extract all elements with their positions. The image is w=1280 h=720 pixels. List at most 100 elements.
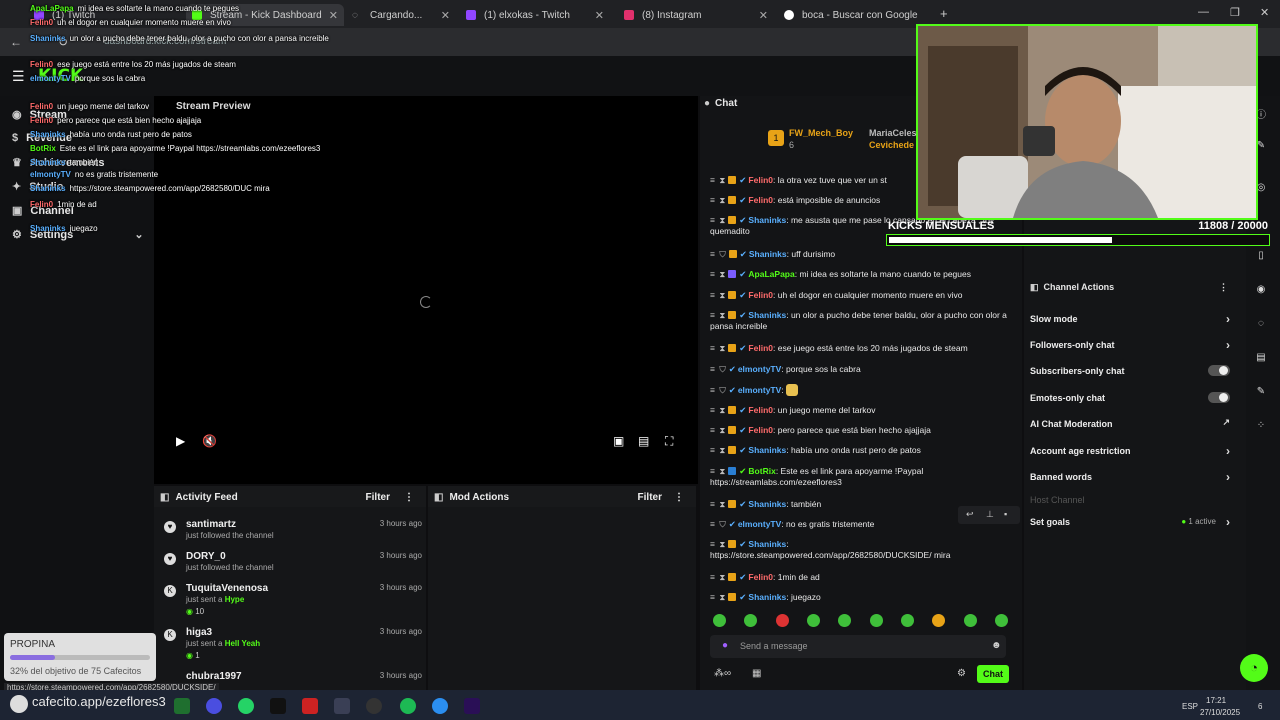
- mod-actions-header: ◧ Mod Actions Filter ⋮: [428, 486, 696, 508]
- steam-icon[interactable]: [270, 698, 286, 714]
- emote-icon[interactable]: [713, 614, 726, 627]
- subscribers-only-toggle[interactable]: [1208, 365, 1230, 376]
- language-indicator[interactable]: ESP: [1182, 702, 1198, 711]
- browser-tab[interactable]: boca - Buscar con Google: [778, 4, 928, 26]
- banned-words-item[interactable]: Banned words ›: [1030, 470, 1230, 484]
- menu-icon[interactable]: ☰: [12, 68, 25, 85]
- overlay-chat-line: Felin0 pero parece que está bien hecho aj…: [30, 116, 202, 125]
- close-tab-icon[interactable]: ✕: [329, 9, 338, 22]
- apps-icon[interactable]: ⁘: [1255, 420, 1267, 432]
- slow-mode-item[interactable]: Slow mode ›: [1030, 312, 1230, 326]
- layout-icon[interactable]: ▤: [1255, 352, 1267, 364]
- close-tab-icon[interactable]: ✕: [441, 9, 450, 22]
- emote-icon[interactable]: [838, 614, 851, 627]
- browser-tab[interactable]: ◌ Cargando... ✕: [346, 4, 456, 26]
- followers-only-item[interactable]: Followers-only chat ›: [1030, 338, 1230, 352]
- chat-settings-icon[interactable]: ⚙: [957, 668, 966, 679]
- emotes-only-item[interactable]: Emotes-only chat: [1030, 392, 1230, 403]
- chat-message[interactable]: ≡ ⧗ ✔ Felin0: pero parece que está bien he…: [710, 425, 1010, 436]
- account-age-item[interactable]: Account age restriction ›: [1030, 444, 1230, 458]
- minimize-icon[interactable]: —: [1198, 6, 1209, 18]
- notification-count[interactable]: 6: [1258, 702, 1262, 711]
- close-tab-icon[interactable]: ✕: [759, 9, 768, 22]
- chat-message[interactable]: ≡ ⧗ ✔ Felin0: ese juego está entre los 20 …: [710, 343, 1010, 354]
- feed-icon: ◧: [160, 491, 170, 503]
- app-icon[interactable]: [302, 698, 318, 714]
- more-icon[interactable]: ⋮: [674, 492, 684, 503]
- close-tab-icon[interactable]: ✕: [595, 9, 604, 22]
- close-window-icon[interactable]: ✕: [1260, 6, 1269, 19]
- emote-icon[interactable]: [870, 614, 883, 627]
- chat-message[interactable]: ≡ ⧗ ✔ Shaninks: un olor a pucho debe tener…: [710, 310, 1010, 332]
- chat-input[interactable]: ● Send a message ☻: [710, 635, 1006, 658]
- kick-icon: K: [164, 585, 176, 597]
- gift-box-icon[interactable]: ▦: [752, 668, 761, 679]
- stream-preview[interactable]: [154, 96, 698, 484]
- delete-icon[interactable]: ▪: [1004, 509, 1007, 519]
- filter-button[interactable]: Filter: [366, 492, 390, 503]
- app-icon[interactable]: [432, 698, 448, 714]
- heart-icon: ♥: [164, 521, 176, 533]
- broadcast-icon[interactable]: ◌: [1255, 318, 1267, 330]
- browser-tab[interactable]: (8) Instagram ✕: [618, 4, 774, 26]
- new-tab-icon[interactable]: +: [940, 6, 948, 21]
- maximize-icon[interactable]: ❐: [1230, 6, 1240, 19]
- emotes-only-toggle[interactable]: [1208, 392, 1230, 403]
- whatsapp-icon[interactable]: [238, 698, 254, 714]
- chat-message[interactable]: ≡ ⧗ ✔ Shaninks: había uno onda rust pero d…: [710, 445, 1010, 456]
- chat-message[interactable]: ≡ ⧗ ✔ Felin0: un juego meme del tarkov: [710, 405, 1010, 416]
- chat-icon: ●: [704, 98, 711, 109]
- app-icon[interactable]: [174, 698, 190, 714]
- browser-tab[interactable]: (1) elxokas - Twitch ✕: [460, 4, 610, 26]
- theater-icon[interactable]: ▣: [613, 434, 624, 448]
- chat-message[interactable]: ≡ ⧗ ✔ Shaninks: juegazo: [710, 592, 1010, 603]
- chevron-right-icon: ›: [1226, 338, 1230, 352]
- emote-icon[interactable]: [744, 614, 757, 627]
- emote-icon[interactable]: [964, 614, 977, 627]
- clipboard-icon[interactable]: ▯: [1255, 250, 1267, 262]
- emote-icon[interactable]: [807, 614, 820, 627]
- chat-bubble-icon[interactable]: ◉: [1255, 284, 1267, 296]
- chat-message[interactable]: ≡ ⧗ ✔ Felin0: 1min de ad: [710, 572, 1010, 583]
- overlay-chat-line: Felin0 un juego meme del tarkov: [30, 102, 150, 111]
- twitch-icon: [466, 10, 476, 20]
- emote-icon[interactable]: [932, 614, 945, 627]
- mute-icon[interactable]: 🔇: [202, 434, 217, 448]
- filter-button[interactable]: Filter: [638, 492, 662, 503]
- back-icon[interactable]: ←: [10, 35, 22, 49]
- chevron-right-icon: ›: [1226, 515, 1230, 529]
- premiere-icon[interactable]: [464, 698, 480, 714]
- pip-icon[interactable]: ▤: [638, 434, 649, 448]
- support-chat-icon[interactable]: ◔: [1240, 654, 1268, 682]
- chat-message[interactable]: ≡ ⧗ ✔ ApaLaPapa: mi idea es soltarte la ma…: [710, 269, 1010, 280]
- send-chat-button[interactable]: Chat: [977, 665, 1009, 683]
- chat-message[interactable]: ≡ ⛉ ✔ elmontyTV:: [710, 384, 1010, 396]
- spotify-icon[interactable]: [400, 698, 416, 714]
- chat-message[interactable]: ≡ ⛉ ✔ elmontyTV: porque sos la cabra: [710, 364, 1010, 375]
- chat-message[interactable]: ≡ ⛉ ✔ elmontyTV: no es gratis tristemente: [710, 519, 1010, 530]
- chat-message[interactable]: ≡ ⧗ ✔ Felin0: uh el dogor en cualquier mom…: [710, 290, 1010, 301]
- obs-icon[interactable]: [366, 698, 382, 714]
- subscribers-only-item[interactable]: Subscribers-only chat: [1030, 365, 1230, 376]
- channel-actions-header: ◧ Channel Actions ⋮: [1030, 282, 1228, 293]
- app-icon[interactable]: [334, 698, 350, 714]
- emote-icon[interactable]: [995, 614, 1008, 627]
- overlay-chat-line: elmontyTV porque sos la cabra: [30, 74, 146, 83]
- clock-time: 17:21: [1206, 696, 1227, 705]
- more-icon[interactable]: ⋮: [404, 492, 414, 503]
- set-goals-item[interactable]: Set goals ● 1 active ›: [1030, 515, 1230, 529]
- emote-icon[interactable]: [776, 614, 789, 627]
- tools-icon[interactable]: ✎: [1255, 386, 1267, 398]
- chat-message[interactable]: ≡ ⧗ ✔ BotRix: Este es el link para apoyarm…: [710, 466, 1010, 488]
- chat-message[interactable]: ≡ ⛉ ✔ Shaninks: uff durisimo: [710, 249, 1010, 260]
- emoji-icon[interactable]: ☻: [991, 640, 1002, 651]
- ai-moderation-item[interactable]: AI Chat Moderation ↗: [1030, 417, 1230, 429]
- loading-icon: ◌: [352, 10, 358, 21]
- points-icon[interactable]: ⁂∞: [714, 668, 731, 679]
- more-icon[interactable]: ⋮: [1219, 282, 1228, 293]
- discord-icon[interactable]: [206, 698, 222, 714]
- chat-message[interactable]: ≡ ⧗ ✔ Shaninks: https://store.steampowered…: [710, 539, 1010, 561]
- play-icon[interactable]: ▶: [176, 434, 185, 448]
- emote-icon[interactable]: [901, 614, 914, 627]
- fullscreen-icon[interactable]: ⛶: [665, 434, 673, 449]
